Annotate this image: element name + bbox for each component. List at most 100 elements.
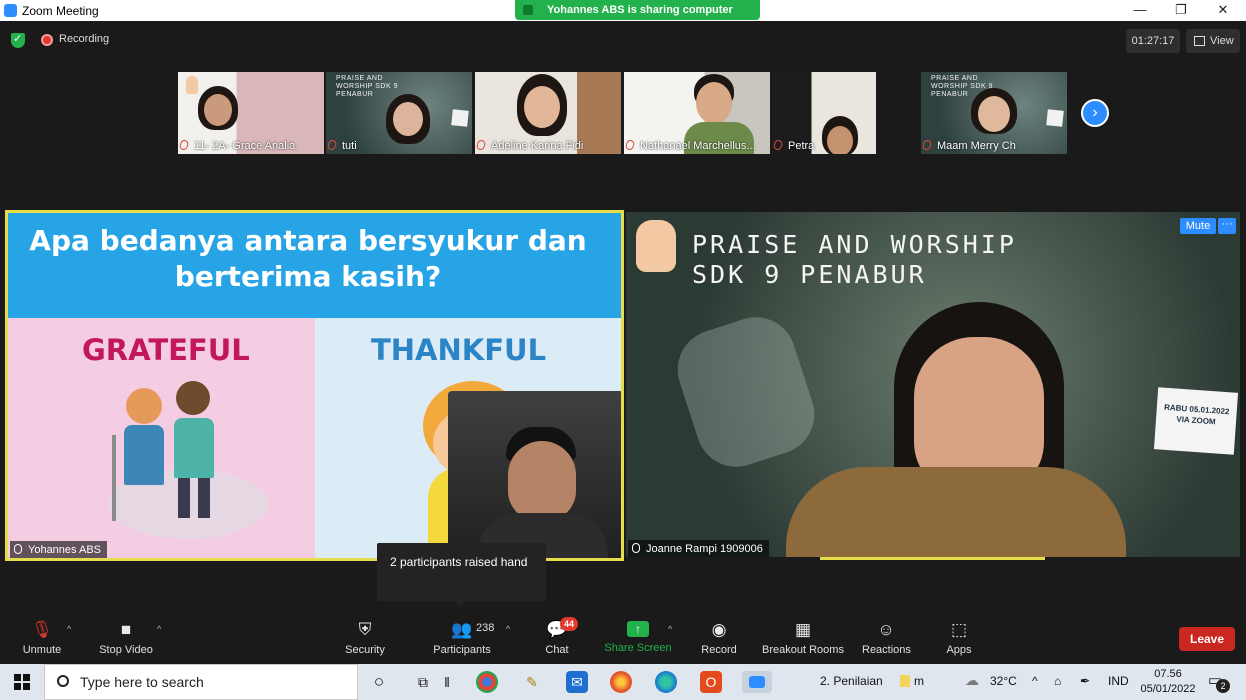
participant-name: Adeline Karina Fidi [475,138,587,154]
pen-icon[interactable]: ✒ [1080,674,1090,688]
view-button[interactable]: View [1186,29,1240,53]
apps-button[interactable]: ⬚ Apps [942,612,976,664]
search-placeholder: Type here to search [80,674,204,690]
muted-mic-icon [921,138,933,152]
date-sign: RABU 05.01.2022 VIA ZOOM [1153,387,1239,455]
pencil-app-icon[interactable]: ✎ [521,671,543,693]
participant-thumbnail[interactable]: Nathanael Marchellus... [624,72,770,154]
recording-label[interactable]: Recording [59,33,109,45]
recording-icon [41,34,53,46]
temperature-text[interactable]: 32°C [990,674,1017,688]
weather-cloud-icon[interactable]: ☁ [965,672,979,689]
participant-thumbnail[interactable]: PRAISE AND WORSHIP SDK 9 PENABUR tuti [326,72,472,154]
background-hands [667,306,825,478]
chrome-icon[interactable] [476,671,498,693]
microphone-muted-icon: 🎙 [31,620,53,639]
meeting-toolbar: 🎙 Unmute ^ ■ Stop Video ^ ⛨ Security 👥 P… [0,612,1246,664]
more-options-button[interactable]: ··· [1218,218,1236,234]
sharing-sound-banner[interactable]: Yohannes ABS is sharing computer sound [515,0,760,36]
view-label: View [1210,35,1234,47]
record-button[interactable]: ◉ Record [698,612,740,664]
network-icon[interactable]: ⌂ [1054,674,1061,688]
video-options-caret-icon[interactable]: ^ [157,624,161,634]
participants-options-caret-icon[interactable]: ^ [506,624,510,634]
video-title-line1: PRAISE AND WORSHIP [692,230,1017,259]
raised-hands-tooltip: 2 participants raised hand [377,543,546,607]
participant-name-tag: Joanne Rampi 1909006 [628,540,769,557]
participant-name: Nathanael Marchellus... [624,138,760,154]
illustration-person-head [126,388,162,424]
slide-label-grateful: GRATEFUL [82,333,250,367]
task-view-icon[interactable]: ⧉ [412,671,434,693]
participant-name: 11- 2A- Grace Analia [178,138,299,154]
participants-button[interactable]: 👥 Participants [430,612,494,664]
security-button[interactable]: ⛨ Security [340,612,390,664]
apps-icon: ⬚ [950,620,968,639]
taskbar-divider-icon: ‖ [444,674,450,690]
participant-thumbnail[interactable]: Adeline Karina Fidi [475,72,621,154]
office-icon[interactable]: O [700,671,722,693]
clock-date: 05/01/2022 [1140,683,1196,695]
share-screen-arrow-icon: ↑ [627,621,649,637]
muted-mic-icon [772,138,784,152]
video-camera-icon: ■ [120,620,132,639]
participant-video-tile[interactable]: PRAISE AND WORSHIP SDK 9 PENABUR RABU 05… [626,212,1240,557]
mail-icon[interactable]: ✉ [566,671,588,693]
active-speaker-tile[interactable]: Apa bedanya antara bersyukur dan berteri… [5,210,624,561]
grid-view-icon [1194,36,1205,46]
chevron-right-icon: › [1092,104,1098,121]
breakout-rooms-grid-icon: ▦ [794,620,812,639]
illustration-leg [178,478,190,518]
edge-icon[interactable] [655,671,677,693]
muted-mic-icon [624,138,636,152]
minimize-button[interactable]: — [1120,0,1160,21]
next-page-button[interactable]: › [1081,99,1109,127]
taskbar-window-label[interactable]: 2. Penilaian [820,674,883,688]
language-indicator[interactable]: IND [1108,674,1129,688]
girl-uniform [786,467,1126,557]
muted-mic-icon [178,138,190,152]
firefox-icon[interactable] [610,671,632,693]
share-options-caret-icon[interactable]: ^ [668,624,672,634]
search-icon [57,675,69,687]
illustration-friend-head [176,381,210,415]
meeting-timer: 01:27:17 [1126,29,1180,53]
participant-thumbnail[interactable]: Petra [772,72,876,154]
tray-chevron-up-icon[interactable]: ^ [1032,674,1038,688]
windows-start-icon[interactable] [14,674,30,690]
breakout-rooms-button[interactable]: ▦ Breakout Rooms [762,612,844,664]
zoom-taskbar-icon[interactable] [742,671,772,693]
raised-hand-icon [186,76,198,94]
slide-question: Apa bedanya antara bersyukur dan berteri… [29,224,587,293]
encryption-shield-icon[interactable] [11,32,25,48]
close-button[interactable]: ✕ [1203,0,1243,21]
unmute-button[interactable]: 🎙 Unmute [16,612,68,664]
taskbar-search-box[interactable]: Type here to search [44,664,358,700]
participant-name: tuti [326,138,361,154]
thumbnail-slide-text: PRAISE AND WORSHIP SDK 9 PENABUR [336,75,398,98]
zoom-logo-icon [4,4,17,17]
pin-icon [14,544,22,554]
muted-mic-icon [326,138,338,152]
cortana-circle-icon[interactable]: ○ [368,671,390,693]
restore-button[interactable]: ❐ [1161,0,1201,21]
folder-icon[interactable] [900,675,910,687]
stop-video-button[interactable]: ■ Stop Video [94,612,158,664]
taskbar-clock[interactable]: 07.56 05/01/2022 [1140,667,1196,697]
reactions-button[interactable]: ☺ Reactions [862,612,911,664]
presenter-face [508,441,576,521]
participant-thumbnail[interactable]: PRAISE AND WORSHIP SDK 9 PENABUR Maam Me… [921,72,1067,154]
participant-thumbnail[interactable]: 11- 2A- Grace Analia [178,72,324,154]
taskbar-window-label-2[interactable]: m [914,674,924,688]
speaker-indicator [820,557,1045,560]
leave-button[interactable]: Leave [1179,627,1235,651]
share-screen-button[interactable]: ↑ Share Screen [604,612,672,664]
participant-name-tag: Yohannes ABS [10,541,107,558]
smiley-plus-icon: ☺ [877,620,895,639]
windows-taskbar: Type here to search ○ ⧉ ‖ ✎ ✉ O 2. Penil… [0,664,1246,700]
mute-participant-button[interactable]: Mute [1180,218,1216,234]
audio-options-caret-icon[interactable]: ^ [67,624,71,634]
participant-name: Maam Merry Ch [921,138,1020,154]
sound-share-icon [523,5,533,15]
meeting-info-bar: Recording 01:27:17 View [0,21,1246,61]
